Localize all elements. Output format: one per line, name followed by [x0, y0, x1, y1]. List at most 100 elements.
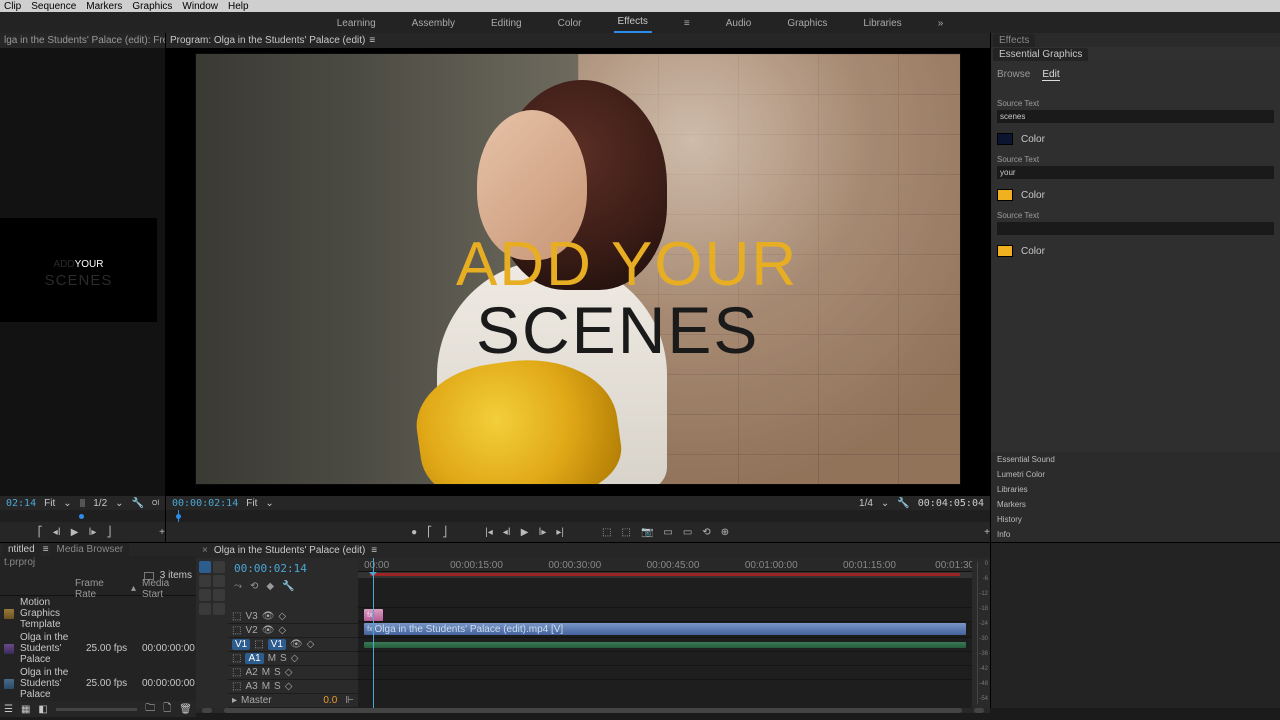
freeform-view-icon[interactable]: ◧ [38, 704, 47, 715]
project-row[interactable]: Motion Graphics Template [0, 596, 196, 631]
razor-tool-icon[interactable] [213, 575, 225, 587]
workspace-graphics[interactable]: Graphics [783, 14, 831, 33]
new-item-icon[interactable]: 🗋 [163, 701, 171, 718]
icon-view-icon[interactable]: ▦ [21, 704, 30, 715]
program-tab[interactable]: Program: Olga in the Students' Palace (e… [166, 33, 990, 48]
menu-clip[interactable]: Clip [4, 1, 21, 12]
eg-input-sourcetext3[interactable] [997, 222, 1274, 235]
workspace-overflow-icon[interactable]: » [934, 14, 948, 33]
mogrt-text-line1[interactable]: ADD YOUR [456, 229, 798, 300]
workspace-audio[interactable]: Audio [722, 14, 756, 33]
audio-clip-a1[interactable] [364, 642, 966, 648]
new-bin-icon[interactable]: 🗀 [145, 701, 155, 718]
linked-icon[interactable]: ⟲ [250, 581, 258, 592]
timeline-tab[interactable]: Olga in the Students' Palace (edit) [214, 545, 365, 556]
eg-swatch1[interactable] [997, 133, 1013, 145]
project-row[interactable]: Olga in the Students' Palace 25.00 fps 0… [0, 631, 196, 666]
track-v1-header[interactable]: V1⬚V1👁◇ [228, 638, 358, 652]
eg-swatch2[interactable] [997, 189, 1013, 201]
prog-extract-icon[interactable]: ⬚ [621, 527, 630, 538]
source-tab[interactable]: lga in the Students' Palace (edit): Fres… [0, 33, 165, 48]
eg-edit-tab[interactable]: Edit [1042, 69, 1059, 81]
src-step-fwd-icon[interactable]: Ⅰ▸ [88, 527, 96, 538]
timeline-timecode[interactable]: 00:00:02:14 [228, 558, 358, 579]
time-ruler[interactable]: 00:00 00:00:15:00 00:00:30:00 00:00:45:0… [358, 558, 972, 572]
ripple-tool-icon[interactable] [199, 575, 211, 587]
eg-browse-tab[interactable]: Browse [997, 69, 1030, 81]
menu-window[interactable]: Window [182, 1, 218, 12]
menu-graphics[interactable]: Graphics [132, 1, 172, 12]
tab-essential-graphics[interactable]: Essential Graphics [993, 48, 1088, 61]
list-view-icon[interactable]: ☰ [4, 704, 13, 715]
prog-compare-icon[interactable]: ▭ [663, 527, 672, 538]
prog-goto-in-icon[interactable]: |◂ [485, 527, 493, 538]
work-area[interactable] [358, 572, 972, 578]
source-resolution[interactable]: 1/2 [93, 498, 107, 509]
prog-play-icon[interactable]: ▶ [521, 527, 529, 538]
marker-tool-icon[interactable]: ◆ [266, 581, 274, 592]
source-settings-icon[interactable]: 🔧 [132, 498, 144, 509]
pen-tool-icon[interactable] [213, 589, 225, 601]
src-mark-in-icon[interactable]: ⎡ [38, 527, 43, 538]
slip-tool-icon[interactable] [199, 589, 211, 601]
selection-tool-icon[interactable] [199, 561, 211, 573]
src-step-back-icon[interactable]: ◂Ⅰ [53, 527, 61, 538]
source-monitor[interactable]: ADDYOUR SCENES [0, 48, 165, 496]
eg-input-sourcetext2[interactable] [997, 166, 1274, 179]
settings-icon[interactable]: 🔧 [282, 581, 294, 592]
timeline-area[interactable]: 00:00 00:00:15:00 00:00:30:00 00:00:45:0… [358, 558, 972, 708]
program-settings-icon[interactable]: 🔧 [897, 498, 909, 509]
eg-swatch3[interactable] [997, 245, 1013, 257]
tab-info[interactable]: Info [991, 527, 1280, 542]
prog-goto-out-icon[interactable]: ▸| [556, 527, 564, 538]
project-row[interactable]: Olga in the Students' Palace 25.00 fps 0… [0, 666, 196, 701]
type-tool-icon[interactable] [213, 603, 225, 615]
prog-export-frame-icon[interactable]: 📷 [641, 527, 653, 538]
menu-help[interactable]: Help [228, 1, 249, 12]
workspace-effects-dropdown-icon[interactable]: ≡ [680, 14, 694, 33]
playhead[interactable] [373, 558, 374, 708]
track-a2-header[interactable]: ⬚A2MS◇ [228, 666, 358, 680]
zoom-handle-left[interactable] [202, 708, 212, 713]
workspace-effects[interactable]: Effects [614, 12, 652, 33]
prog-safe-margin-icon[interactable]: ▭ [683, 527, 692, 538]
tab-project[interactable]: ntitled [2, 543, 41, 556]
hand-tool-icon[interactable] [199, 603, 211, 615]
program-timecode[interactable]: 00:00:02:14 [172, 498, 238, 509]
workspace-libraries[interactable]: Libraries [859, 14, 905, 33]
source-timecode[interactable]: 02:14 [6, 498, 36, 509]
track-a1-header[interactable]: ⬚A1MS◇ [228, 652, 358, 666]
tab-markers[interactable]: Markers [991, 497, 1280, 512]
workspace-learning[interactable]: Learning [333, 14, 380, 33]
prog-out-icon[interactable]: ⎦ [442, 527, 447, 538]
workspace-assembly[interactable]: Assembly [408, 14, 459, 33]
tab-libraries[interactable]: Libraries [991, 482, 1280, 497]
program-monitor[interactable]: ADD YOUR SCENES [166, 48, 990, 496]
prog-in-icon[interactable]: ⎡ [427, 527, 432, 538]
menu-sequence[interactable]: Sequence [31, 1, 76, 12]
track-v3-header[interactable]: ⬚V3👁◇ [228, 610, 358, 624]
program-scale[interactable]: 1/4 [859, 498, 873, 509]
workspace-color[interactable]: Color [554, 14, 586, 33]
track-a3-header[interactable]: ⬚A3MS◇ [228, 680, 358, 694]
source-fit[interactable]: Fit [44, 498, 55, 509]
prog-step-back-icon[interactable]: ◂Ⅰ [503, 527, 511, 538]
zoom-handle-right[interactable] [974, 708, 984, 713]
eg-input-sourcetext1[interactable] [997, 110, 1274, 123]
snap-icon[interactable]: ⤳ [234, 581, 242, 592]
prog-step-fwd-icon[interactable]: Ⅰ▸ [538, 527, 546, 538]
source-scrub-bar[interactable] [0, 510, 165, 522]
tab-effects[interactable]: Effects [993, 34, 1035, 47]
prog-vr-icon[interactable]: ⊕ [721, 527, 729, 538]
tab-lumetri-color[interactable]: Lumetri Color [991, 467, 1280, 482]
workspace-editing[interactable]: Editing [487, 14, 526, 33]
tab-media-browser[interactable]: Media Browser [51, 543, 130, 556]
tab-essential-sound[interactable]: Essential Sound [991, 452, 1280, 467]
menu-markers[interactable]: Markers [86, 1, 122, 12]
track-master-header[interactable]: ▸Master0.0⊩ [228, 694, 358, 708]
trash-icon[interactable]: 🗑 [179, 704, 192, 715]
track-v2-header[interactable]: ⬚V2👁◇ [228, 624, 358, 638]
zoom-scrollbar[interactable] [224, 708, 962, 713]
prog-lift-icon[interactable]: ⬚ [602, 527, 611, 538]
prog-proxy-icon[interactable]: ⟲ [702, 527, 710, 538]
